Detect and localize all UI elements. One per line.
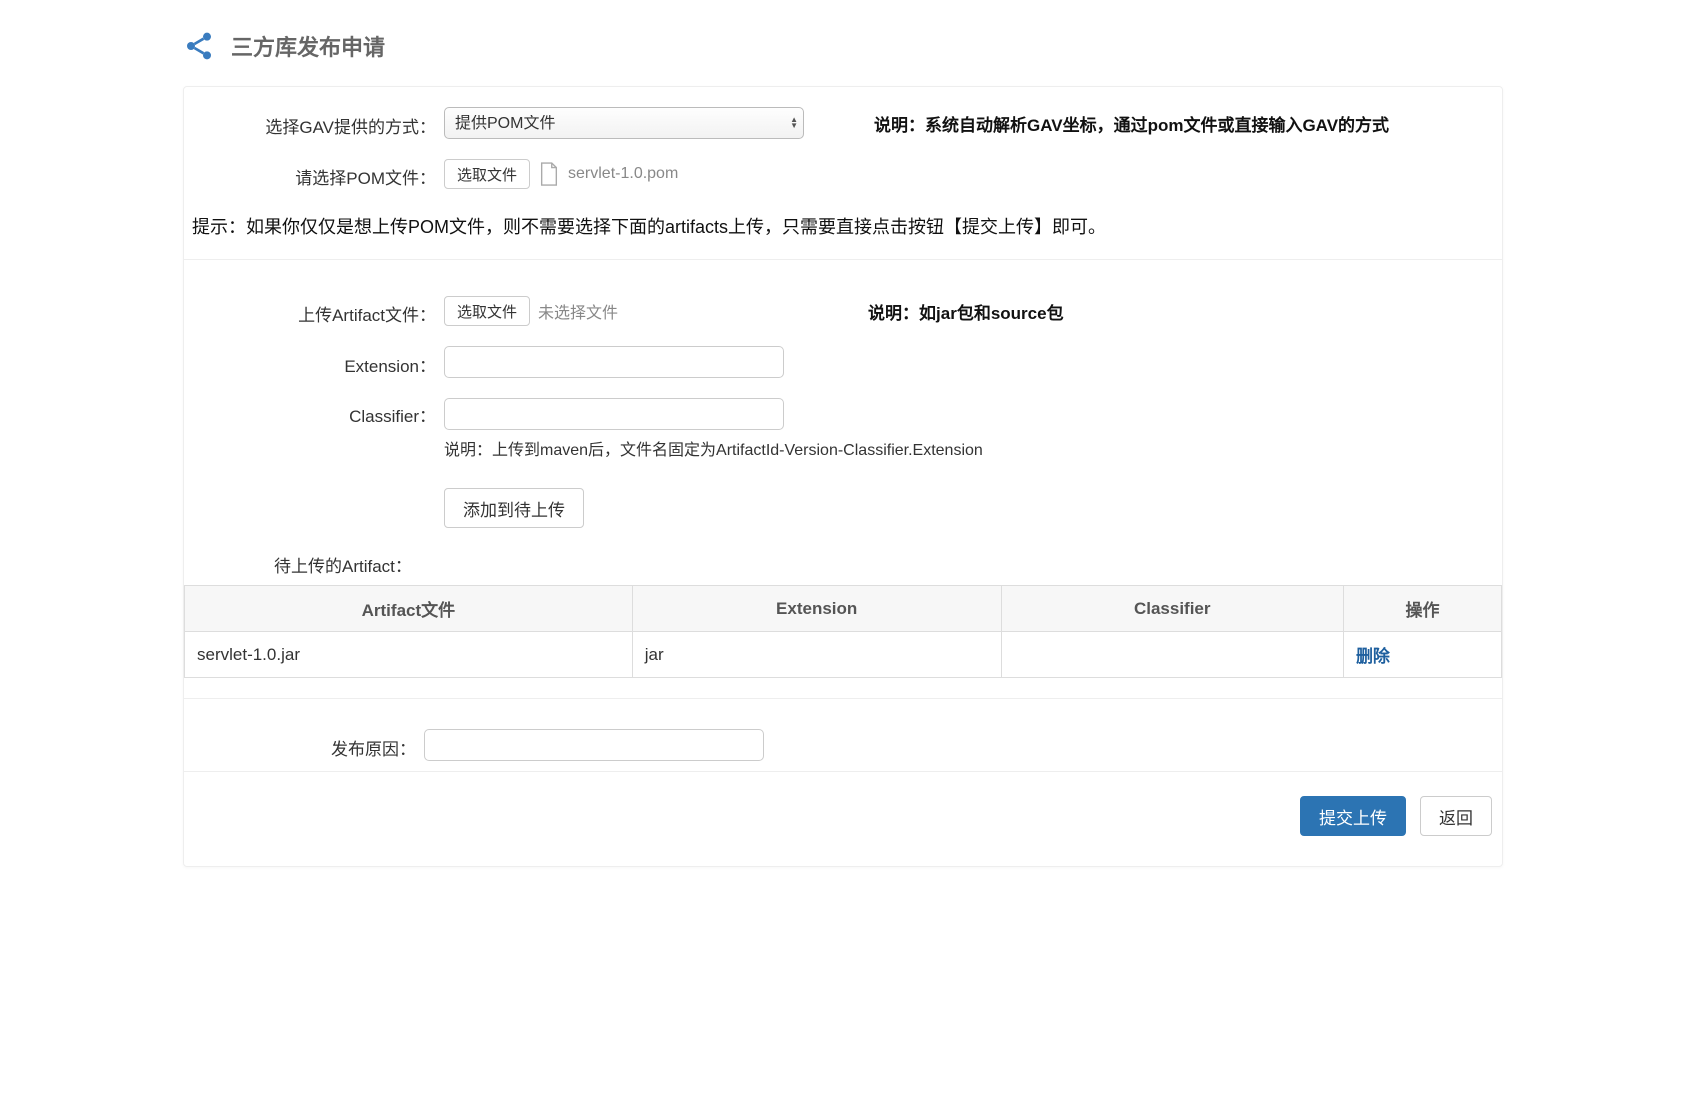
cell-file: servlet-1.0.jar: [185, 632, 633, 678]
file-icon: [538, 161, 560, 187]
table-header-row: Artifact文件 Extension Classifier 操作: [185, 586, 1502, 632]
classifier-input[interactable]: [444, 398, 784, 430]
table-row: servlet-1.0.jar jar 删除: [185, 632, 1502, 678]
artifact-upload-label: 上传Artifact文件：: [184, 297, 444, 326]
artifact-no-file: 未选择文件: [538, 299, 618, 323]
choose-artifact-file-button[interactable]: 选取文件: [444, 296, 530, 326]
cell-extension: jar: [632, 632, 1001, 678]
pom-file-label: 请选择POM文件：: [184, 160, 444, 189]
pom-file-name: servlet-1.0.pom: [568, 165, 678, 183]
delete-link[interactable]: 删除: [1356, 647, 1390, 666]
cell-classifier: [1001, 632, 1343, 678]
extension-label: Extension：: [184, 348, 444, 377]
share-icon: [183, 30, 215, 62]
pending-artifact-label: 待上传的Artifact：: [184, 546, 1502, 585]
reason-input[interactable]: [424, 729, 764, 761]
th-extension: Extension: [632, 586, 1001, 632]
add-to-pending-button[interactable]: 添加到待上传: [444, 488, 584, 528]
extension-input[interactable]: [444, 346, 784, 378]
th-action: 操作: [1343, 586, 1501, 632]
th-classifier: Classifier: [1001, 586, 1343, 632]
reason-label: 发布原因：: [184, 731, 424, 760]
th-file: Artifact文件: [185, 586, 633, 632]
gav-method-label: 选择GAV提供的方式：: [184, 109, 444, 138]
cell-action: 删除: [1343, 632, 1501, 678]
classifier-label: Classifier：: [184, 398, 444, 427]
back-button[interactable]: 返回: [1420, 796, 1492, 836]
page-title: 三方库发布申请: [231, 30, 385, 62]
gav-method-explain: 说明：系统自动解析GAV坐标，通过pom文件或直接输入GAV的方式: [874, 111, 1389, 136]
upload-tip: 提示：如果你仅仅是想上传POM文件，则不需要选择下面的artifacts上传，只…: [184, 199, 1502, 259]
choose-pom-file-button[interactable]: 选取文件: [444, 159, 530, 189]
submit-button[interactable]: 提交上传: [1300, 796, 1406, 836]
gav-method-select[interactable]: 提供POM文件: [444, 107, 804, 139]
artifact-upload-explain: 说明：如jar包和source包: [868, 299, 1064, 324]
classifier-hint: 说明：上传到maven后，文件名固定为ArtifactId-Version-Cl…: [444, 430, 1502, 460]
artifact-table: Artifact文件 Extension Classifier 操作 servl…: [184, 585, 1502, 678]
